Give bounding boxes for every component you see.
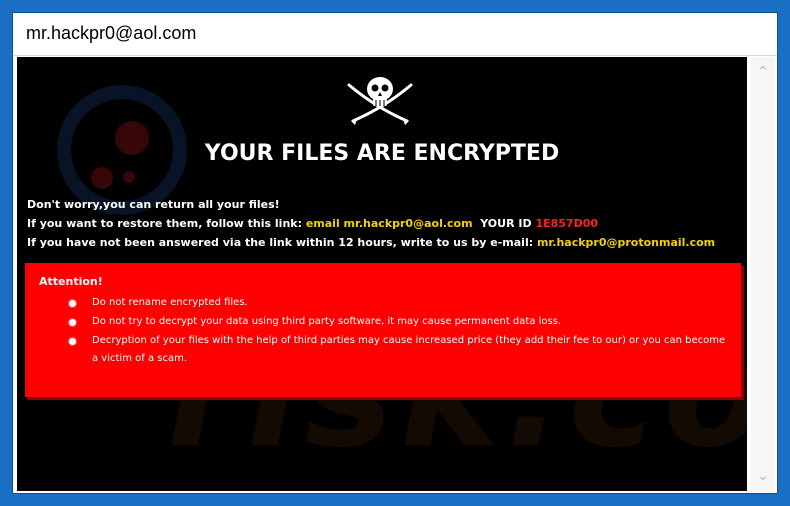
bullet-dot-icon — [69, 338, 76, 345]
attention-item: Decryption of your files with the help o… — [92, 335, 726, 364]
message-line-2: If you want to restore them, follow this… — [27, 216, 598, 231]
message-line-1: Don't worry,you can return all your file… — [27, 197, 280, 212]
backup-email: mr.hackpr0@protonmail.com — [536, 236, 716, 249]
bullet-dot-icon — [69, 319, 76, 326]
attention-item: Do not try to decrypt your data using th… — [92, 316, 562, 327]
your-id-label: YOUR ID — [480, 217, 536, 230]
ransom-note-content: risk.com YOUR FILES ARE ENCRYPTED — [17, 57, 747, 491]
line1-text: Don't worry,you can return all your file… — [27, 198, 280, 211]
attention-title: Attention! — [39, 275, 103, 288]
attention-item: Do not rename encrypted files. — [92, 297, 248, 308]
attention-box: Attention! Do not rename encrypted files… — [25, 263, 741, 397]
victim-id: 1E857D00 — [535, 217, 599, 230]
bullet-dot-icon — [69, 300, 76, 307]
ransom-note-window: mr.hackpr0@aol.com risk.com — [12, 12, 778, 494]
skull-crossbones-icon — [347, 77, 413, 125]
chevron-up-icon[interactable]: ⌃ — [756, 65, 770, 79]
headline: YOUR FILES ARE ENCRYPTED — [204, 141, 560, 166]
chevron-down-icon[interactable]: ⌄ — [756, 469, 770, 483]
contact-email-link[interactable]: email mr.hackpr0@aol.com — [306, 217, 473, 230]
line3-prefix: If you have not been answered via the li… — [27, 236, 537, 249]
vertical-scrollbar[interactable]: ⌃ ⌄ — [751, 57, 775, 491]
line2-prefix: If you want to restore them, follow this… — [27, 217, 306, 230]
title-bar[interactable]: mr.hackpr0@aol.com — [13, 13, 777, 56]
window-title: mr.hackpr0@aol.com — [26, 23, 197, 43]
message-line-3: If you have not been answered via the li… — [27, 235, 715, 250]
